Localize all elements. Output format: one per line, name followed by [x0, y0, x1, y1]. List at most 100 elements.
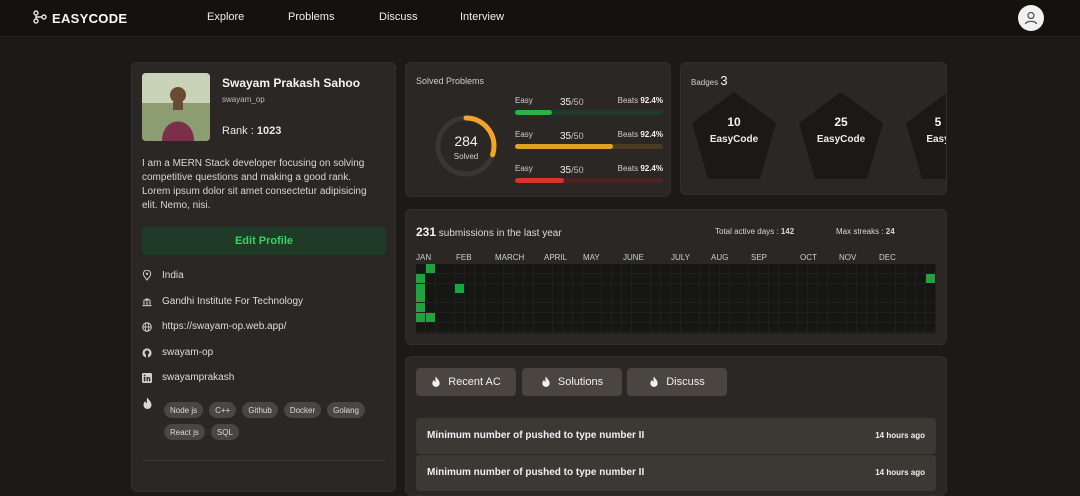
heatmap-cell [425, 293, 435, 303]
heatmap-cell [455, 303, 465, 313]
skill-tag[interactable]: Docker [283, 402, 322, 418]
nav-explore[interactable]: Explore [207, 11, 244, 23]
heatmap-cell [876, 293, 886, 303]
heatmap-cell [543, 303, 553, 313]
heatmap-cell [474, 322, 484, 332]
heatmap-cell [504, 313, 514, 322]
globe-icon [142, 321, 152, 332]
heatmap-cell [798, 293, 808, 303]
badges-scrollbar[interactable] [681, 194, 903, 195]
heatmap-cell [612, 322, 621, 332]
heatmap-cell [465, 303, 474, 313]
profile-photo [142, 73, 210, 141]
heatmap-cell [690, 303, 700, 313]
heatmap-cell [572, 303, 582, 313]
info-github[interactable]: swayam-op [142, 347, 213, 358]
info-github-text[interactable]: swayam-op [162, 347, 213, 358]
heatmap-cell [768, 303, 778, 313]
info-website[interactable]: https://swayam-op.web.app/ [142, 321, 287, 332]
skill-tag[interactable]: React js [164, 424, 205, 440]
skill-tag[interactable]: Golang [327, 402, 365, 418]
badge-item[interactable]: 10 EasyCode [689, 89, 779, 185]
recent-submission-row[interactable]: Minimum number of pushed to type number … [416, 418, 936, 454]
heatmap-cell [768, 273, 778, 283]
difficulty-fill [515, 178, 564, 183]
skill-tag[interactable]: Node js [164, 402, 204, 418]
heatmap-cell [455, 293, 465, 303]
heatmap-cell [759, 313, 768, 322]
heatmap-cell [759, 283, 768, 293]
heatmap-cell [455, 322, 465, 332]
month-label: MAY [583, 253, 600, 262]
difficulty-label: Easy [515, 130, 533, 139]
skill-tag[interactable]: C++ [209, 402, 237, 418]
difficulty-row: Easy 35/50 Beats 92.4% [515, 164, 663, 188]
heatmap-cell [514, 283, 523, 293]
skill-tag[interactable]: SQL [210, 424, 239, 440]
difficulty-count: 35/50 [560, 165, 584, 176]
info-linkedin[interactable]: swayamprakash [142, 372, 234, 383]
info-linkedin-text[interactable]: swayamprakash [162, 372, 234, 383]
heatmap-cell [612, 303, 621, 313]
heatmap-cell [425, 313, 435, 322]
heatmap-cell [563, 283, 572, 293]
nav-problems[interactable]: Problems [288, 11, 334, 23]
user-avatar-button[interactable] [1018, 5, 1044, 31]
heatmap-cell [788, 303, 798, 313]
heatmap-cell [690, 293, 700, 303]
heatmap-cell [906, 283, 915, 293]
heatmap-cell [455, 264, 465, 273]
heatmap-cell [572, 264, 582, 273]
tab-label: Discuss [666, 376, 705, 388]
heatmap-cell [474, 273, 484, 283]
recent-submission-row[interactable]: Minimum number of pushed to type number … [416, 455, 936, 491]
tab-solutions[interactable]: Solutions [522, 368, 622, 396]
heatmap-cell [788, 283, 798, 293]
heatmap-cell [759, 264, 768, 273]
badge-item[interactable]: 25 EasyCode [796, 89, 886, 185]
heatmap-cell [808, 264, 817, 273]
nav-interview[interactable]: Interview [460, 11, 504, 23]
heatmap-cell [465, 264, 474, 273]
heatmap-cell [435, 313, 445, 322]
nav-discuss[interactable]: Discuss [379, 11, 418, 23]
heatmap-cell [435, 322, 445, 332]
heatmap-cell [484, 273, 494, 283]
tab-recent-ac[interactable]: Recent AC [416, 368, 516, 396]
tab-discuss[interactable]: Discuss [627, 368, 727, 396]
heatmap-cell [484, 322, 494, 332]
heatmap-cell [798, 303, 808, 313]
edit-profile-button[interactable]: Edit Profile [142, 227, 386, 255]
heatmap-cell [739, 322, 749, 332]
heatmap-cell [445, 322, 455, 332]
heatmap-cell [670, 283, 680, 293]
heatmap-cell [572, 273, 582, 283]
heatmap-cell [425, 264, 435, 273]
badge-label: EasyCode [816, 134, 866, 145]
location-pin-icon [142, 270, 152, 281]
logo[interactable]: EASYCODE [33, 10, 127, 27]
flame-icon [142, 397, 153, 415]
heatmap-cell [680, 283, 690, 293]
heatmap-cell [670, 313, 680, 322]
heatmap-cell [778, 322, 788, 332]
month-labels: JAN FEB MARCH APRIL MAY JUNE JULY AUG SE… [416, 253, 936, 263]
heatmap-cell [729, 264, 739, 273]
heatmap-cell [857, 303, 866, 313]
skill-tag[interactable]: Github [242, 402, 278, 418]
heatmap-cell [768, 293, 778, 303]
heatmap-cell [670, 303, 680, 313]
heatmap-cell [788, 322, 798, 332]
badge-item[interactable]: 5 Easy [903, 89, 946, 185]
heatmap-cell [906, 273, 915, 283]
heatmap-cell [563, 313, 572, 322]
heatmap-cell [484, 264, 494, 273]
heatmap-cell [543, 313, 553, 322]
info-website-text[interactable]: https://swayam-op.web.app/ [162, 321, 287, 332]
heatmap-cell [798, 273, 808, 283]
heatmap-cell [651, 313, 661, 322]
heatmap-cell [572, 322, 582, 332]
heatmap-cell [514, 303, 523, 313]
heatmap-cell [563, 273, 572, 283]
heatmap-cell [621, 313, 631, 322]
